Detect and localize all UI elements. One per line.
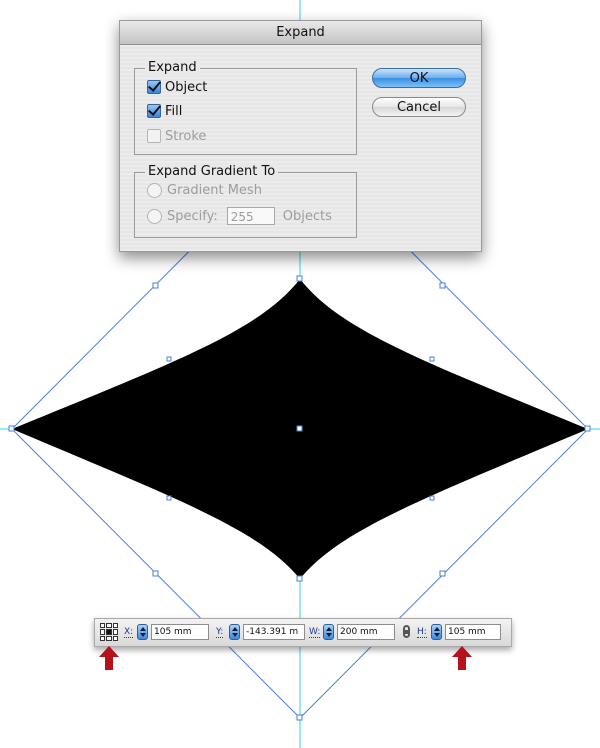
objects-label: Objects xyxy=(282,208,332,224)
object-checkbox[interactable] xyxy=(147,80,161,94)
expand-group: Expand Object Fill Stroke xyxy=(134,60,357,155)
cancel-button[interactable]: Cancel xyxy=(372,97,466,117)
specify-label: Specify: xyxy=(167,208,218,224)
fill-checkbox[interactable] xyxy=(147,104,161,118)
gradient-mesh-radio[interactable] xyxy=(147,182,162,198)
ok-button[interactable]: OK xyxy=(372,68,466,88)
x-field[interactable]: 105 mm xyxy=(151,624,209,640)
stroke-checkbox[interactable] xyxy=(147,129,161,143)
h-field[interactable]: 105 mm xyxy=(445,624,501,640)
h-label: H: xyxy=(417,627,427,638)
w-field[interactable]: 200 mm xyxy=(337,624,395,640)
gradient-mesh-label: Gradient Mesh xyxy=(167,182,262,198)
expand-gradient-group: Expand Gradient To Gradient Mesh Specify… xyxy=(134,164,357,238)
link-proportions-icon[interactable] xyxy=(403,625,410,638)
specify-objects-input[interactable]: 255 xyxy=(226,207,275,225)
w-spinner-icon[interactable] xyxy=(323,624,334,640)
expand-group-legend: Expand xyxy=(145,60,200,76)
stroke-checkbox-row[interactable]: Stroke xyxy=(147,127,206,145)
fill-label: Fill xyxy=(165,103,183,119)
y-field[interactable]: -143.391 m xyxy=(243,624,305,640)
up-arrow-icon xyxy=(452,646,472,670)
w-label: W: xyxy=(309,627,321,638)
reference-point-icon[interactable] xyxy=(100,623,118,641)
object-checkbox-row[interactable]: Object xyxy=(147,78,207,96)
specify-radio[interactable] xyxy=(147,208,162,224)
gradient-mesh-row[interactable]: Gradient Mesh xyxy=(147,181,262,199)
transform-control-bar: X: 105 mm Y: -143.391 m W: 200 mm H: 105… xyxy=(94,618,512,647)
y-spinner-icon[interactable] xyxy=(229,624,240,640)
expand-gradient-legend: Expand Gradient To xyxy=(145,164,279,180)
fill-checkbox-row[interactable]: Fill xyxy=(147,102,182,120)
stroke-label: Stroke xyxy=(165,128,207,144)
dialog-title[interactable]: Expand xyxy=(120,21,481,45)
x-label: X: xyxy=(124,627,134,638)
y-label: Y: xyxy=(216,627,224,638)
specify-row[interactable]: Specify: 255 Objects xyxy=(147,207,332,225)
up-arrow-icon xyxy=(99,646,119,670)
h-spinner-icon[interactable] xyxy=(431,624,442,640)
object-label: Object xyxy=(165,79,208,95)
x-spinner-icon[interactable] xyxy=(137,624,148,640)
expand-dialog: Expand Expand Object Fill Stroke Expand … xyxy=(119,20,482,252)
